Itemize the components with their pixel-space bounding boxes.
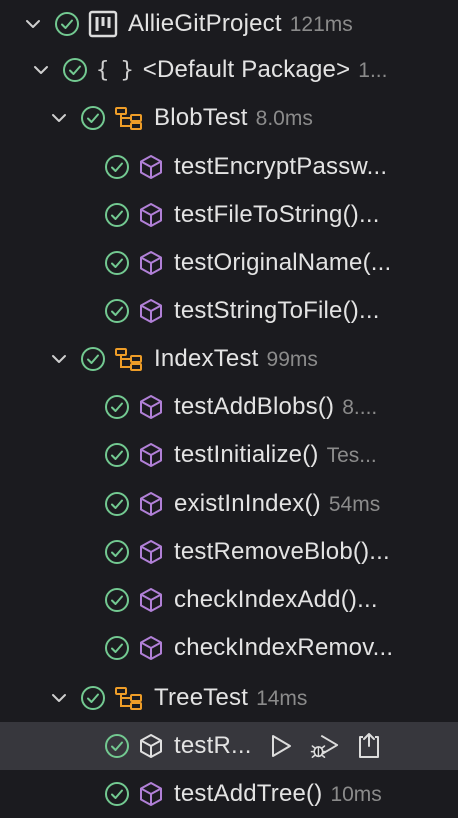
method-name: testEncryptPassw...: [174, 153, 388, 180]
tree-item-method[interactable]: testEncryptPassw...: [0, 143, 458, 191]
tree-item-method[interactable]: testAddBlobs() 8....: [0, 383, 458, 431]
class-icon: [114, 105, 144, 131]
package-duration: 1...: [358, 59, 388, 82]
tree-item-class-indextest[interactable]: IndexTest 99ms: [0, 335, 458, 383]
method-name: checkIndexRemov...: [174, 634, 394, 661]
tree-item-method[interactable]: testOriginalName(...: [0, 239, 458, 287]
test-passed-icon: [104, 154, 130, 180]
method-cube-icon: [138, 202, 164, 228]
debug-test-icon[interactable]: [310, 731, 340, 761]
method-cube-icon: [138, 442, 164, 468]
test-passed-icon: [104, 539, 130, 565]
test-passed-icon: [80, 346, 106, 372]
tree-item-method[interactable]: testRemoveBlob()...: [0, 528, 458, 576]
class-name: BlobTest: [154, 104, 248, 131]
project-name: AllieGitProject: [128, 10, 282, 37]
go-to-test-icon[interactable]: [354, 731, 384, 761]
tree-item-method[interactable]: testFileToString()...: [0, 191, 458, 239]
project-board-icon: [88, 10, 118, 38]
method-cube-icon: [138, 394, 164, 420]
chevron-down-icon[interactable]: [30, 59, 52, 81]
class-name: TreeTest: [154, 684, 249, 711]
method-cube-icon: [138, 298, 164, 324]
test-passed-icon: [104, 298, 130, 324]
method-name: testStringToFile()...: [174, 297, 380, 324]
class-duration: 8.0ms: [255, 107, 313, 130]
method-duration: 54ms: [328, 493, 381, 516]
method-cube-icon: [138, 154, 164, 180]
test-passed-icon: [104, 250, 130, 276]
test-passed-icon: [62, 57, 88, 83]
test-explorer-tree: AllieGitProject 121ms { } <Default Packa…: [0, 0, 458, 812]
tree-item-method[interactable]: testStringToFile()...: [0, 287, 458, 335]
test-passed-icon: [54, 11, 80, 37]
package-braces-icon: { }: [96, 57, 134, 83]
test-passed-icon: [80, 105, 106, 131]
tree-item-method[interactable]: checkIndexAdd()...: [0, 576, 458, 624]
run-test-icon[interactable]: [266, 731, 296, 761]
test-passed-icon: [104, 394, 130, 420]
method-cube-icon: [138, 539, 164, 565]
tree-item-class-blobtest[interactable]: BlobTest 8.0ms: [0, 94, 458, 142]
tree-item-project[interactable]: AllieGitProject 121ms: [0, 0, 458, 48]
tree-item-class-treetest[interactable]: TreeTest 14ms: [0, 674, 458, 722]
tree-item-method[interactable]: checkIndexRemov...: [0, 624, 458, 672]
chevron-down-icon[interactable]: [48, 348, 70, 370]
method-duration: Tes...: [326, 444, 377, 467]
test-passed-icon: [104, 442, 130, 468]
test-passed-icon: [104, 491, 130, 517]
tree-item-package[interactable]: { } <Default Package> 1...: [0, 46, 458, 94]
method-name: checkIndexAdd()...: [174, 586, 378, 613]
project-duration: 121ms: [289, 13, 353, 36]
class-icon: [114, 685, 144, 711]
method-name: testR...: [174, 732, 252, 759]
method-name: testRemoveBlob()...: [174, 538, 390, 565]
method-cube-icon: [138, 635, 164, 661]
test-passed-icon: [104, 202, 130, 228]
tree-item-method[interactable]: testInitialize() Tes...: [0, 431, 458, 479]
row-actions: [266, 731, 384, 761]
package-name: <Default Package>: [142, 56, 351, 83]
method-cube-icon: [138, 781, 164, 807]
method-name: existInIndex(): [174, 490, 321, 517]
method-cube-icon: [138, 587, 164, 613]
method-cube-icon: [138, 733, 164, 759]
test-passed-icon: [104, 781, 130, 807]
method-duration: 10ms: [330, 783, 382, 806]
test-passed-icon: [104, 635, 130, 661]
method-cube-icon: [138, 491, 164, 517]
method-duration: 8....: [342, 396, 378, 419]
tree-item-method-selected[interactable]: testR...: [0, 722, 458, 770]
test-passed-icon: [80, 685, 106, 711]
method-name: testInitialize(): [174, 441, 319, 468]
chevron-down-icon[interactable]: [48, 687, 70, 709]
class-icon: [114, 346, 144, 372]
class-duration: 99ms: [266, 348, 318, 371]
class-name: IndexTest: [154, 345, 259, 372]
test-passed-icon: [104, 587, 130, 613]
method-name: testAddBlobs(): [174, 393, 335, 420]
method-cube-icon: [138, 250, 164, 276]
tree-item-method[interactable]: testAddTree() 10ms: [0, 770, 458, 818]
class-duration: 14ms: [256, 687, 308, 710]
chevron-down-icon[interactable]: [48, 107, 70, 129]
chevron-down-icon[interactable]: [22, 13, 44, 35]
method-name: testOriginalName(...: [174, 249, 392, 276]
test-passed-icon: [104, 733, 130, 759]
method-name: testAddTree(): [174, 780, 323, 807]
tree-item-method[interactable]: existInIndex() 54ms: [0, 480, 458, 528]
method-name: testFileToString()...: [174, 201, 380, 228]
